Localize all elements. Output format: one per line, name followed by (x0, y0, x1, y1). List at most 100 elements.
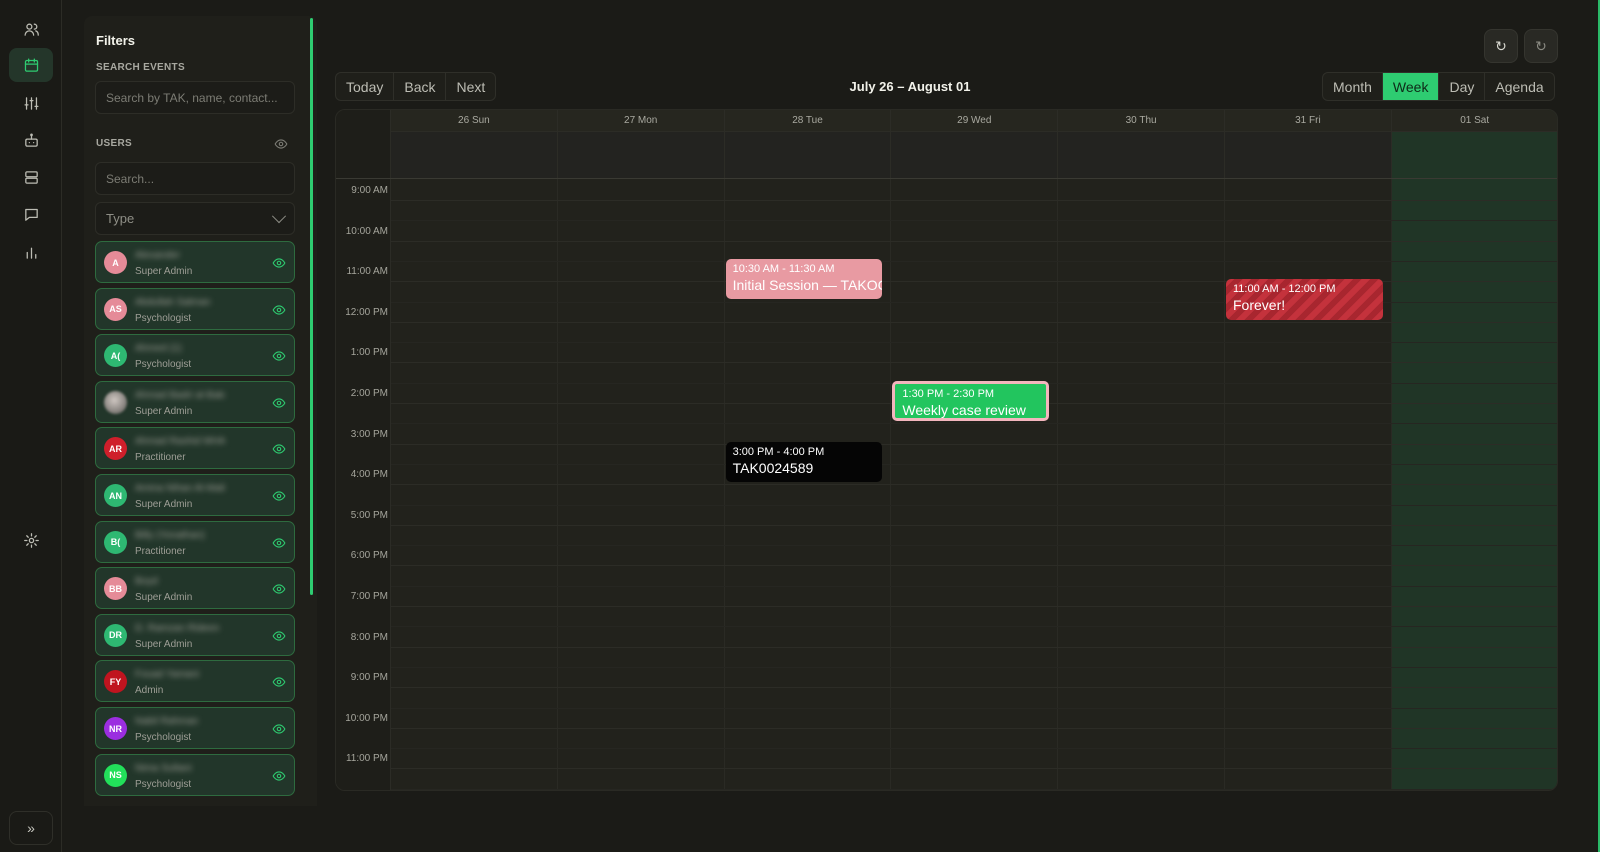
user-card[interactable]: NS Nima Sultani Psychologist (95, 753, 295, 796)
bar-chart-icon[interactable] (9, 235, 53, 269)
day-header-label: 31 Fri (1225, 110, 1391, 132)
user-card[interactable]: A(Ahmed (1) Psychologist (95, 334, 295, 377)
event-title: Weekly case review (902, 401, 1026, 418)
day-header[interactable]: 29 Wed (891, 110, 1059, 178)
user-role: Practitioner (135, 545, 186, 557)
eye-icon[interactable] (272, 722, 286, 736)
settings-icon[interactable] (9, 523, 53, 557)
time-label: 12:00 PM (345, 306, 388, 318)
type-select[interactable]: Type (95, 202, 295, 235)
day-view-button[interactable]: Day (1439, 73, 1486, 100)
hour-line (391, 281, 1557, 283)
time-label: 9:00 AM (351, 185, 388, 196)
user-role: Super Admin (135, 499, 193, 510)
eye-icon[interactable] (272, 442, 286, 456)
eye-icon[interactable] (272, 396, 286, 410)
time-label: 10:00 AM (345, 225, 388, 237)
avatar: NS (104, 763, 127, 787)
user-card[interactable]: NR Nabil Rahman Psychologist (95, 707, 295, 749)
server-icon[interactable] (9, 160, 53, 194)
sync-button[interactable]: ↻ (1524, 29, 1558, 63)
user-card[interactable]: BB Boyd Super Admin (95, 567, 295, 610)
next-button[interactable]: Next (446, 73, 495, 100)
eye-icon[interactable] (272, 769, 286, 783)
avatar (104, 390, 127, 414)
user-role: Super Admin (135, 592, 193, 604)
user-role: Super Admin (135, 638, 193, 650)
event-time: 11:00 AM - 12:00 PM (1233, 283, 1336, 296)
filters-scrollbar[interactable] (310, 18, 313, 595)
user-role: Admin (135, 685, 164, 697)
half-hour-line (391, 545, 1557, 547)
half-hour-line (391, 748, 1557, 750)
time-label: 3:00 PM (350, 428, 388, 440)
user-card[interactable]: DR D. Ramzan Rideen Super Admin (95, 613, 295, 656)
half-hour-line (391, 463, 1557, 465)
message-icon[interactable] (9, 197, 53, 231)
half-hour-line (391, 260, 1557, 262)
user-card[interactable]: Ahmad Badri al-Bakri Super Admin (95, 380, 295, 423)
time-label: 4:00 PM (350, 469, 388, 481)
user-name: Boyd (135, 576, 158, 587)
today-button[interactable]: Today (336, 73, 395, 100)
calendar-event[interactable]: 1:30 PM - 2:30 PM Weekly case review (892, 380, 1050, 422)
event-title: TAK0024589 (732, 459, 814, 476)
week-calendar: 26 Sun 27 Mon 28 Tue 29 Wed 30 Thu 31 Fri 01 S… (335, 109, 1558, 791)
user-card[interactable]: B(Billy (Yonathan) Practitioner (95, 520, 295, 563)
calendar-event[interactable]: 10:30 AM - 11:30 AM Initial Session — TAK… (725, 258, 883, 300)
event-time: 3:00 PM - 4:00 PM (732, 445, 825, 458)
eye-icon[interactable] (272, 675, 286, 689)
time-label: 7:00 PM (350, 591, 388, 602)
eye-icon[interactable] (272, 256, 286, 270)
refresh-button[interactable]: ↻ (1484, 29, 1518, 63)
user-card[interactable]: AN Amina Nihan Al-Maliki Super Admin (95, 474, 295, 516)
time-label: 11:00 AM (346, 266, 388, 278)
time-label: 5:00 PM (350, 509, 388, 521)
month-view-button[interactable]: Month (1323, 73, 1383, 100)
users-icon[interactable] (9, 12, 53, 46)
filters-panel: Filters SEARCH EVENTS Search by TAK, nam… (84, 16, 317, 806)
time-label: 11:00 PM (345, 753, 388, 765)
search-events-input[interactable]: Search by TAK, name, contact... (95, 81, 295, 114)
eye-icon[interactable] (272, 536, 286, 550)
time-label: 1:00 PM (350, 347, 388, 359)
user-role: Practitioner (135, 452, 186, 464)
time-label: 10:00 PM (345, 712, 388, 724)
half-hour-line (391, 342, 1557, 344)
date-nav-group: Today Back Next (335, 72, 497, 101)
day-header[interactable]: 31 Fri (1225, 110, 1392, 178)
back-button[interactable]: Back (394, 73, 447, 100)
day-header[interactable]: 27 Mon (557, 110, 725, 178)
user-role: Super Admin (135, 266, 193, 277)
hour-line (391, 768, 1557, 770)
expand-sidebar-button[interactable]: » (9, 811, 53, 845)
day-header[interactable]: 28 Tue (724, 110, 892, 178)
user-card[interactable]: A Alexander Super Admin (95, 241, 295, 283)
calendar-event[interactable]: 3:00 PM - 4:00 PM TAK0024589 (725, 441, 883, 483)
half-hour-line (391, 788, 1557, 790)
sliders-icon[interactable] (9, 86, 53, 120)
half-hour-line (391, 585, 1557, 587)
calendar-event[interactable]: 11:00 AM - 12:00 PM Forever! (1226, 279, 1383, 320)
user-card[interactable]: FY Fouad Yamani Admin (95, 660, 295, 703)
user-role: Psychologist (135, 359, 192, 371)
eye-icon[interactable] (272, 582, 286, 596)
eye-icon[interactable] (272, 303, 286, 317)
chevron-down-icon (271, 208, 287, 223)
calendar-icon[interactable] (9, 48, 53, 82)
user-card[interactable]: AR Ahmad Rashid MHA Practitioner (95, 427, 295, 470)
half-hour-line (391, 301, 1557, 303)
user-card[interactable]: AS Abdullah Salman Psychologist (95, 287, 295, 330)
day-header[interactable]: 30 Thu (1058, 110, 1225, 178)
robot-icon[interactable] (9, 123, 53, 157)
eye-icon[interactable] (272, 489, 286, 503)
eye-icon[interactable] (272, 629, 286, 643)
day-header[interactable]: 01 Sat (1391, 110, 1557, 178)
user-search-input[interactable]: Search... (95, 162, 295, 195)
week-view-button[interactable]: Week (1382, 73, 1440, 100)
agenda-view-button[interactable]: Agenda (1485, 73, 1553, 100)
eye-icon[interactable] (272, 349, 286, 363)
day-header[interactable]: 26 Sun (391, 110, 558, 178)
hour-line (391, 484, 1557, 486)
toggle-all-users-eye-icon[interactable] (274, 137, 288, 151)
